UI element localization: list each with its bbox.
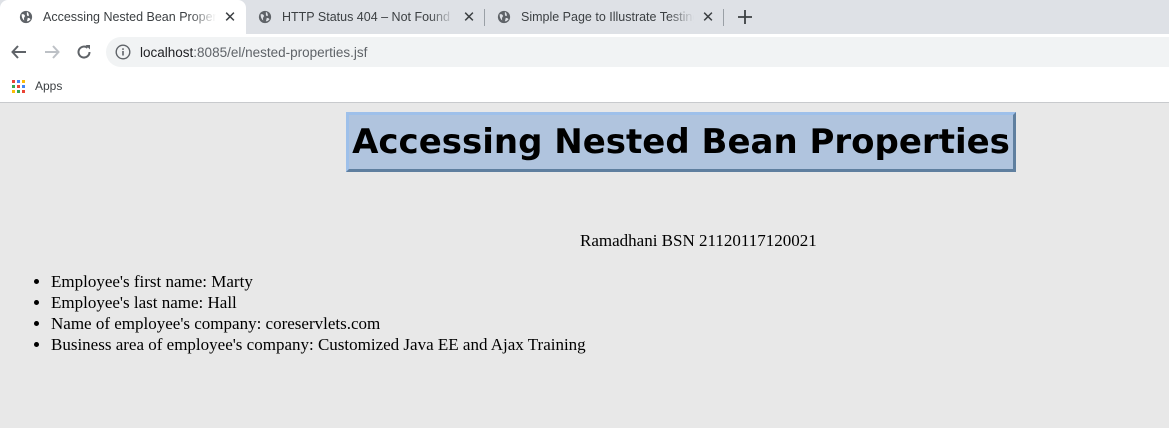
- browser-toolbar: localhost:8085/el/nested-properties.jsf: [0, 34, 1169, 70]
- tab-title: Simple Page to Illustrate Testing: [521, 10, 694, 24]
- close-icon[interactable]: ✕: [461, 9, 477, 25]
- reload-icon: [77, 45, 91, 59]
- arrow-left-icon: [11, 45, 26, 59]
- page-title: Accessing Nested Bean Properties: [346, 112, 1016, 172]
- address-bar[interactable]: localhost:8085/el/nested-properties.jsf: [106, 37, 1169, 67]
- tab-simple-page-testing[interactable]: Simple Page to Illustrate Testing ✕: [478, 0, 724, 34]
- tab-nested-bean-properties[interactable]: Accessing Nested Bean Properties ✕: [0, 0, 246, 34]
- globe-icon: [258, 10, 272, 24]
- tab-separator: [723, 9, 724, 26]
- globe-icon: [19, 10, 33, 24]
- globe-icon: [497, 10, 511, 24]
- apps-label: Apps: [35, 79, 63, 93]
- list-item: Business area of employee's company: Cus…: [51, 334, 586, 355]
- list-item: Employee's first name: Marty: [51, 271, 586, 292]
- page-content: Accessing Nested Bean Properties Ramadha…: [0, 103, 1169, 428]
- author-credit: Ramadhani BSN 21120117120021: [580, 231, 817, 250]
- reload-button[interactable]: [72, 40, 96, 64]
- apps-grid-icon: [12, 79, 25, 93]
- apps-shortcut[interactable]: Apps: [12, 76, 62, 96]
- bookmarks-bar: Apps: [0, 70, 1169, 103]
- tab-title: HTTP Status 404 – Not Found: [282, 10, 450, 24]
- tab-http-status-404[interactable]: HTTP Status 404 – Not Found ✕: [239, 0, 485, 34]
- employee-list: Employee's first name: Marty Employee's …: [0, 271, 586, 355]
- list-item: Employee's last name: Hall: [51, 292, 586, 313]
- arrow-right-icon: [45, 45, 60, 59]
- forward-button[interactable]: [40, 40, 64, 64]
- info-icon[interactable]: [115, 44, 131, 60]
- plus-icon[interactable]: [735, 7, 755, 27]
- url-host: localhost: [140, 44, 194, 60]
- tab-strip: Accessing Nested Bean Properties ✕ HTTP …: [0, 0, 1169, 34]
- list-item: Name of employee's company: coreservlets…: [51, 313, 586, 334]
- url-text: localhost:8085/el/nested-properties.jsf: [140, 45, 367, 60]
- tab-title: Accessing Nested Bean Properties: [43, 10, 216, 24]
- url-path: :8085/el/nested-properties.jsf: [193, 44, 368, 60]
- close-icon[interactable]: ✕: [700, 9, 716, 25]
- close-icon[interactable]: ✕: [222, 9, 238, 25]
- back-button[interactable]: [7, 40, 31, 64]
